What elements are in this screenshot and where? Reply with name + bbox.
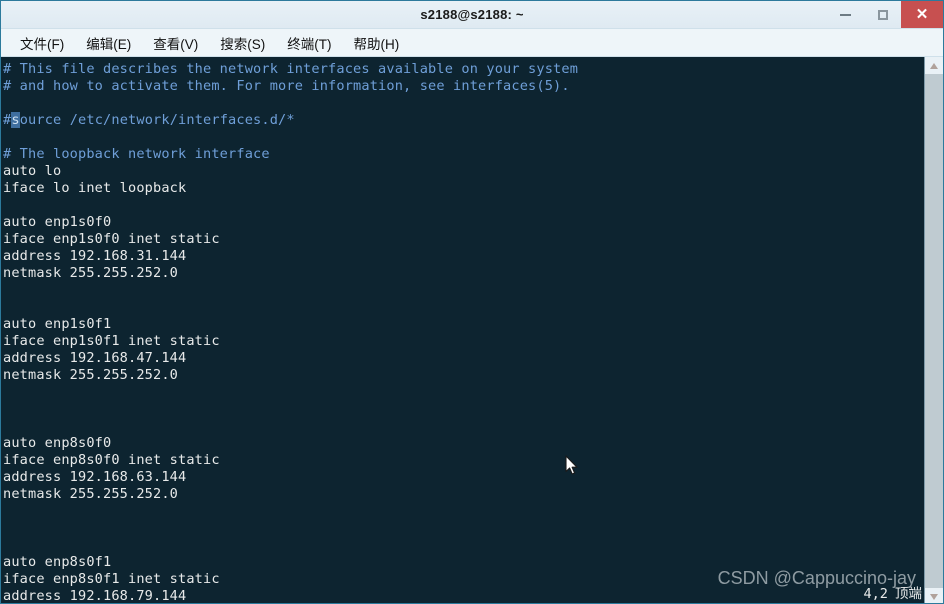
window-controls: ✕ [827, 1, 943, 28]
terminal-line: address 192.168.63.144 [3, 469, 187, 485]
scrollbar-down-button[interactable] [925, 588, 943, 603]
terminal-line: iface enp8s0f0 inet static [3, 452, 220, 468]
terminal-line: netmask 255.255.252.0 [3, 265, 179, 281]
window-title: s2188@s2188: ~ [420, 7, 524, 22]
chevron-up-icon [930, 62, 938, 69]
terminal-screen[interactable]: # This file describes the network interf… [1, 57, 924, 604]
scrollbar-up-button[interactable] [925, 57, 943, 74]
terminal-line: netmask 255.255.252.0 [3, 367, 179, 383]
terminal-line: # The loopback network interface [3, 146, 270, 162]
menu-terminal[interactable]: 终端(T) [276, 30, 342, 56]
terminal-line: auto lo [3, 163, 62, 179]
text-cursor: s [11, 112, 20, 128]
terminal-area: # This file describes the network interf… [1, 57, 943, 604]
terminal-line: auto enp8s0f1 [3, 554, 112, 570]
terminal-line: #source /etc/network/interfaces.d/* [3, 112, 295, 128]
close-button[interactable]: ✕ [901, 1, 943, 28]
chevron-down-icon [930, 593, 938, 600]
terminal-line: auto enp1s0f0 [3, 214, 112, 230]
maximize-button[interactable] [864, 1, 901, 28]
vim-buffer[interactable]: # This file describes the network interf… [3, 61, 924, 604]
terminal-line: iface enp1s0f1 inet static [3, 333, 220, 349]
scroll-position-indicator: 顶端 [894, 586, 922, 602]
maximize-icon [877, 9, 888, 20]
terminal-line: auto enp1s0f1 [3, 316, 112, 332]
terminal-line: auto enp8s0f0 [3, 435, 112, 451]
terminal-line: # and how to activate them. For more inf… [3, 78, 570, 94]
terminal-line: address 192.168.79.144 [3, 588, 187, 604]
menu-view[interactable]: 查看(V) [142, 30, 209, 56]
menu-search[interactable]: 搜索(S) [209, 30, 276, 56]
terminal-window: s2188@s2188: ~ ✕ 文件(F) 编辑(E) 查看(V) 搜索(S)… [0, 0, 944, 604]
terminal-line: address 192.168.47.144 [3, 350, 187, 366]
terminal-line: iface lo inet loopback [3, 180, 187, 196]
cursor-position-indicator: 4,2 [863, 586, 888, 602]
menu-file[interactable]: 文件(F) [9, 30, 75, 56]
minimize-icon [840, 13, 851, 16]
terminal-line: # This file describes the network interf… [3, 61, 579, 77]
scrollbar-thumb[interactable] [925, 74, 943, 588]
close-icon: ✕ [915, 6, 929, 23]
minimize-button[interactable] [827, 1, 864, 28]
menu-edit[interactable]: 编辑(E) [75, 30, 142, 56]
menu-bar: 文件(F) 编辑(E) 查看(V) 搜索(S) 终端(T) 帮助(H) [1, 29, 943, 57]
terminal-line: netmask 255.255.252.0 [3, 486, 179, 502]
title-bar[interactable]: s2188@s2188: ~ ✕ [1, 1, 943, 29]
terminal-line: address 192.168.31.144 [3, 248, 187, 264]
terminal-scrollbar[interactable] [924, 57, 943, 603]
terminal-line: iface enp8s0f1 inet static [3, 571, 220, 587]
menu-help[interactable]: 帮助(H) [343, 30, 411, 56]
terminal-line: iface enp1s0f0 inet static [3, 231, 220, 247]
